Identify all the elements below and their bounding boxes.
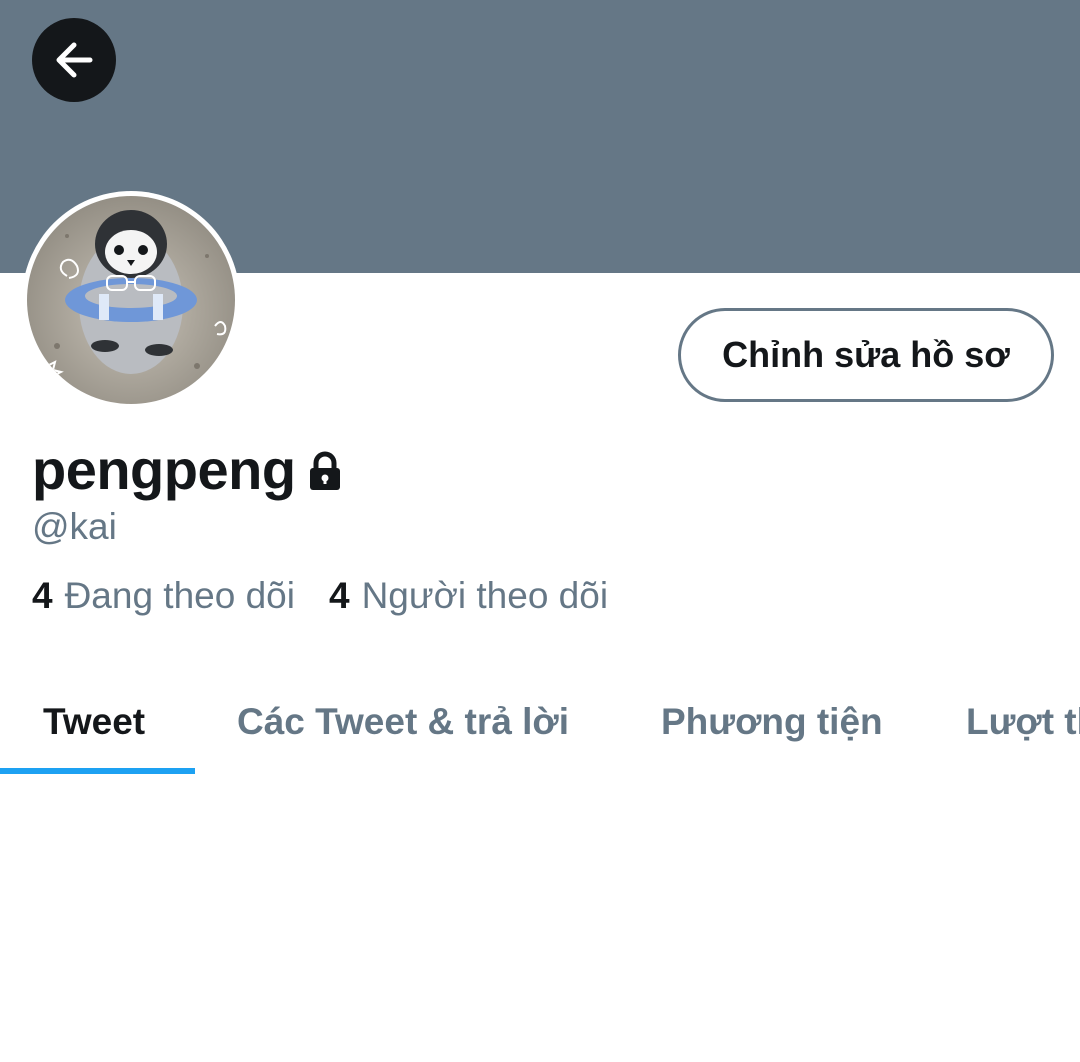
active-tab-indicator bbox=[0, 768, 195, 774]
lock-icon bbox=[304, 451, 346, 493]
followers-count: 4 bbox=[328, 575, 350, 616]
user-handle: @kai bbox=[32, 506, 117, 547]
followers-link[interactable]: 4 Người theo dõi bbox=[329, 575, 608, 617]
back-button[interactable] bbox=[32, 18, 116, 102]
tab-media[interactable]: Phương tiện bbox=[661, 672, 883, 772]
avatar[interactable] bbox=[22, 191, 240, 409]
arrow-left-icon bbox=[56, 42, 93, 78]
follow-stats: 4 Đang theo dõi 4 Người theo dõi bbox=[32, 575, 608, 617]
tab-likes[interactable]: Lượt thích bbox=[966, 672, 1080, 772]
edit-profile-button[interactable]: Chỉnh sửa hồ sơ bbox=[678, 308, 1054, 402]
tab-tweets-and-replies[interactable]: Các Tweet & trả lời bbox=[237, 672, 569, 772]
profile-tabs: Tweet Các Tweet & trả lời Phương tiện Lư… bbox=[0, 672, 1080, 775]
profile-page: Chỉnh sửa hồ sơ pengpeng @kai 4 Đang the… bbox=[0, 0, 1080, 1062]
avatar-image bbox=[27, 196, 235, 404]
following-label: Đang theo dõi bbox=[64, 575, 295, 616]
name-row: pengpeng bbox=[32, 432, 346, 506]
display-name: pengpeng bbox=[32, 437, 296, 501]
tab-tweets[interactable]: Tweet bbox=[43, 672, 145, 772]
following-link[interactable]: 4 Đang theo dõi bbox=[32, 575, 295, 617]
followers-label: Người theo dõi bbox=[361, 575, 609, 616]
following-count: 4 bbox=[32, 575, 53, 616]
